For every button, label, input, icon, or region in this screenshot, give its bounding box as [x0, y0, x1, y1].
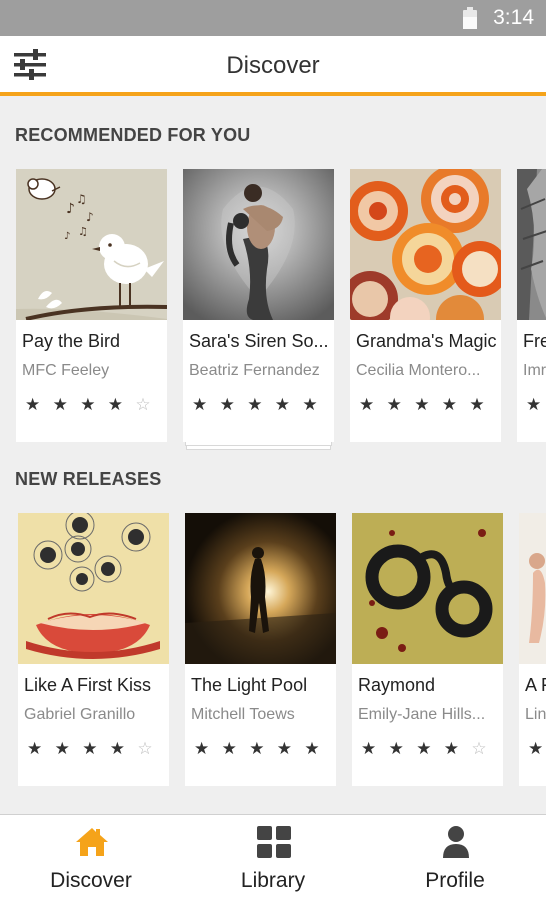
page-title: Discover — [226, 52, 320, 79]
star-filled-icon: ★ — [80, 395, 96, 414]
star-filled-icon: ★ — [107, 395, 124, 414]
svg-text:♫: ♫ — [76, 192, 87, 206]
star-filled-icon: ★ — [302, 395, 318, 414]
book-cover — [183, 169, 334, 320]
bottom-nav: Discover Library Profile — [0, 814, 546, 900]
nav-label-discover: Discover — [50, 869, 132, 892]
star-filled-icon: ★ — [274, 395, 291, 414]
star-filled-icon: ★ — [219, 395, 235, 414]
person-icon — [443, 826, 469, 858]
book-title: The Light Pool — [191, 675, 308, 695]
star-filled-icon: ★ — [109, 739, 126, 758]
star-filled-icon: ★ — [304, 739, 320, 758]
stack-decoration — [186, 446, 331, 450]
book-cover — [350, 169, 501, 320]
book-author: MFC Feeley — [22, 362, 110, 379]
home-icon — [76, 828, 108, 856]
star-filled-icon: ★ — [221, 739, 237, 758]
book-card[interactable]: Grandma's Magic Cecilia Montero... ★ ★ ★ ★ ★ — [350, 169, 501, 442]
rating-stars: ★ ★ ★ ★ ★ — [194, 738, 332, 760]
rating-stars: ★☆☆☆☆ — [528, 738, 546, 760]
app-bar: Discover — [0, 36, 546, 96]
book-cover — [185, 513, 336, 664]
star-empty-icon: ☆ — [135, 395, 151, 414]
rating-stars: ★☆☆☆☆ — [526, 394, 546, 416]
star-filled-icon: ★ — [247, 395, 263, 414]
book-card[interactable]: Like A First Kiss Gabriel Granillo ★ ★ ★ ★ ☆ — [18, 513, 169, 786]
book-card[interactable]: The Light Pool Mitchell Toews ★ ★ ★ ★ ★ — [185, 513, 336, 786]
book-title: Fre — [523, 331, 546, 351]
star-empty-icon: ☆ — [137, 739, 153, 758]
book-card[interactable]: Sara's Siren So... Beatriz Fernandez ★ ★ ★… — [183, 169, 334, 442]
book-author: Lin — [525, 706, 546, 723]
rating-stars: ★ ★ ★ ★ ☆ — [25, 394, 163, 416]
book-cover — [352, 513, 503, 664]
book-title: Grandma's Magic — [356, 331, 497, 351]
new-releases-row[interactable]: Like A First Kiss Gabriel Granillo ★ ★ ★ ★ ☆ — [0, 513, 546, 803]
nav-label-profile: Profile — [425, 869, 485, 892]
nav-item-library[interactable]: Library — [182, 815, 364, 900]
star-filled-icon: ★ — [386, 395, 402, 414]
svg-text:♪: ♪ — [64, 231, 70, 242]
book-title: Sara's Siren So... — [189, 331, 329, 351]
rating-stars: ★ ★ ★ ★ ★ — [192, 394, 330, 416]
book-cover — [519, 513, 546, 664]
star-filled-icon: ★ — [52, 395, 68, 414]
grid-icon — [257, 826, 291, 858]
star-filled-icon: ★ — [526, 395, 542, 414]
nav-item-profile[interactable]: Profile — [364, 815, 546, 900]
svg-text:♪: ♪ — [66, 201, 75, 217]
star-filled-icon: ★ — [54, 739, 70, 758]
star-filled-icon: ★ — [359, 395, 375, 414]
book-cover: ♪ ♫ ♪ ♫ ♪ — [16, 169, 167, 320]
section-title-recommended: RECOMMENDED FOR YOU — [15, 125, 251, 145]
status-time: 3:14 — [493, 6, 534, 29]
star-filled-icon: ★ — [82, 739, 98, 758]
section-title-new-releases: NEW RELEASES — [15, 469, 162, 489]
star-filled-icon: ★ — [361, 739, 377, 758]
book-title: Like A First Kiss — [24, 675, 152, 695]
recommended-row[interactable]: ♪ ♫ ♪ ♫ ♪ Pay the Bird MFC Feeley ★ ★ ★ ★ ☆ — [0, 169, 546, 459]
star-filled-icon: ★ — [528, 739, 544, 758]
star-filled-icon: ★ — [25, 395, 41, 414]
book-card[interactable]: ♪ ♫ ♪ ♫ ♪ Pay the Bird MFC Feeley ★ ★ ★ ★ ☆ — [16, 169, 167, 442]
book-cover — [517, 169, 546, 320]
book-title: A F — [525, 675, 546, 695]
book-card[interactable]: Raymond Emily-Jane Hills... ★ ★ ★ ★ ☆ — [352, 513, 503, 786]
book-author: Gabriel Granillo — [24, 706, 136, 723]
book-card[interactable]: Fre Imr ★☆☆☆☆ — [517, 169, 546, 442]
star-filled-icon: ★ — [414, 395, 430, 414]
rating-stars: ★ ★ ★ ★ ☆ — [361, 738, 499, 760]
book-card[interactable]: A F Lin ★☆☆☆☆ — [519, 513, 546, 786]
discover-content[interactable]: RECOMMENDED FOR YOU ♪ ♫ ♪ ♫ ♪ Pay the Bi… — [0, 100, 546, 814]
star-filled-icon: ★ — [388, 739, 404, 758]
svg-text:♫: ♫ — [78, 225, 88, 238]
book-author: Cecilia Montero... — [356, 362, 481, 379]
star-filled-icon: ★ — [443, 739, 460, 758]
rating-stars: ★ ★ ★ ★ ☆ — [27, 738, 165, 760]
nav-label-library: Library — [240, 869, 306, 892]
rating-stars: ★ ★ ★ ★ ★ — [359, 394, 497, 416]
svg-text:♪: ♪ — [86, 210, 94, 224]
book-title: Raymond — [358, 675, 436, 695]
star-empty-icon: ☆ — [471, 739, 487, 758]
book-author: Emily-Jane Hills... — [358, 706, 486, 723]
battery-icon — [463, 7, 477, 29]
book-cover — [18, 513, 169, 664]
star-filled-icon: ★ — [469, 395, 485, 414]
book-author: Beatriz Fernandez — [189, 362, 320, 379]
star-filled-icon: ★ — [276, 739, 293, 758]
book-title: Pay the Bird — [22, 331, 121, 351]
star-filled-icon: ★ — [194, 739, 210, 758]
star-filled-icon: ★ — [27, 739, 43, 758]
star-filled-icon: ★ — [441, 395, 458, 414]
nav-item-discover[interactable]: Discover — [0, 815, 182, 900]
book-author: Mitchell Toews — [191, 706, 295, 723]
star-filled-icon: ★ — [249, 739, 265, 758]
book-author: Imr — [523, 362, 546, 379]
star-filled-icon: ★ — [416, 739, 432, 758]
star-filled-icon: ★ — [192, 395, 208, 414]
status-bar: 3:14 — [0, 0, 546, 36]
